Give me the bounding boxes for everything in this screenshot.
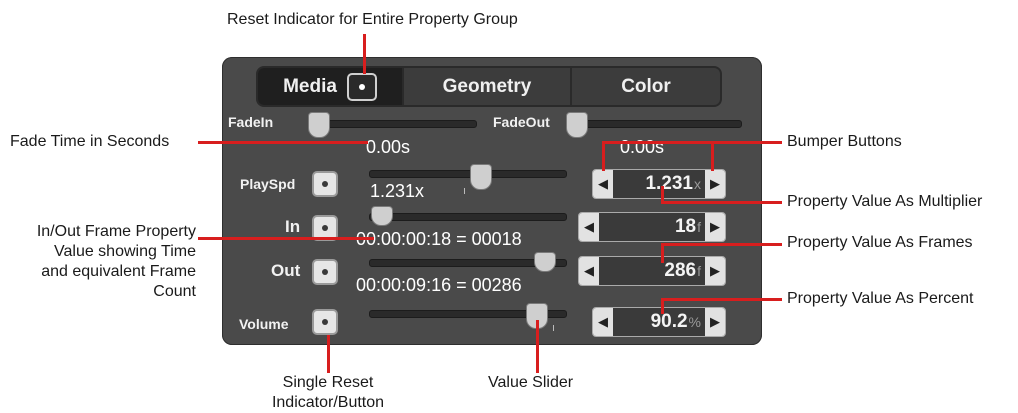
leader-bumper-left	[602, 141, 605, 171]
playspd-increment-button[interactable]: ▶	[705, 170, 725, 198]
fadein-value: 0.00s	[366, 137, 411, 157]
leader-value-slider	[536, 320, 539, 373]
playspd-label: PlaySpd	[240, 176, 296, 192]
in-unit: f	[697, 219, 701, 235]
leader-percent-h	[661, 298, 782, 301]
leader-fade-time	[198, 141, 368, 144]
in-value: 18	[674, 216, 697, 237]
callout-single-reset: Single Reset Indicator/Button	[238, 373, 418, 413]
volume-slider-tick	[553, 325, 554, 331]
volume-increment-button[interactable]: ▶	[705, 308, 725, 336]
in-label: In	[285, 217, 301, 236]
callout-frames: Property Value As Frames	[787, 234, 973, 251]
reset-dot-icon	[322, 269, 328, 275]
out-increment-button[interactable]: ▶	[705, 257, 725, 285]
leader-frames-v	[661, 243, 664, 263]
tab-color-label: Color	[621, 75, 671, 97]
leader-bumper-h	[602, 141, 782, 144]
callout-inout-line2: Value showing Time	[54, 243, 196, 260]
out-slider-knob[interactable]	[534, 252, 556, 272]
callout-inout-line1: In/Out Frame Property	[36, 223, 196, 240]
out-bumper: ◀ 286 f ▶	[578, 256, 726, 286]
playspd-value: 1.231	[645, 173, 693, 194]
playspd-slider-tick	[464, 188, 465, 194]
volume-reset-button[interactable]	[312, 309, 338, 335]
fadeout-label: FadeOut	[493, 114, 550, 130]
tab-geometry[interactable]: Geometry	[404, 68, 572, 105]
leader-frames-h	[661, 243, 782, 246]
in-slider-knob[interactable]	[371, 206, 393, 226]
volume-label: Volume	[239, 316, 289, 332]
volume-decrement-button[interactable]: ◀	[593, 308, 613, 336]
in-increment-button[interactable]: ▶	[705, 213, 725, 241]
out-value: 286	[664, 260, 697, 281]
fadein-slider-knob[interactable]	[308, 112, 330, 138]
playspd-slider-knob[interactable]	[470, 164, 492, 190]
out-reset-button[interactable]	[312, 259, 338, 285]
volume-value: 90.2	[650, 311, 688, 332]
out-value-field[interactable]: 286 f	[599, 257, 705, 285]
callout-fade-time: Fade Time in Seconds	[10, 133, 170, 150]
tab-media[interactable]: Media	[258, 68, 404, 105]
fadein-label: FadeIn	[228, 114, 274, 130]
in-value-field[interactable]: 18 f	[599, 213, 705, 241]
callout-inout-line3: and equivalent Frame	[41, 263, 196, 280]
callout-reset-group: Reset Indicator for Entire Property Grou…	[227, 11, 518, 28]
fadeout-slider-track[interactable]	[568, 120, 742, 128]
leader-multiplier-v	[661, 186, 664, 204]
leader-inout	[198, 237, 374, 240]
reset-dot-icon	[358, 83, 365, 90]
playspd-decrement-button[interactable]: ◀	[593, 170, 613, 198]
reset-dot-icon	[322, 225, 328, 231]
fadeout-slider-knob[interactable]	[566, 112, 588, 138]
volume-value-field[interactable]: 90.2%	[613, 308, 705, 336]
tab-geometry-label: Geometry	[442, 75, 532, 97]
in-slider-text: 00:00:00:18 = 00018	[356, 229, 522, 249]
in-decrement-button[interactable]: ◀	[579, 213, 599, 241]
property-tabs: Media Geometry Color	[256, 66, 722, 107]
out-unit: f	[697, 263, 701, 279]
playspd-slider-track[interactable]	[369, 170, 567, 178]
playspd-bumper: ◀ 1.231 x ▶	[592, 169, 726, 199]
playspd-value-field[interactable]: 1.231 x	[613, 170, 705, 198]
out-decrement-button[interactable]: ◀	[579, 257, 599, 285]
playspd-reset-button[interactable]	[312, 171, 338, 197]
leader-multiplier-h	[661, 201, 782, 204]
tab-media-label: Media	[283, 75, 337, 97]
playspd-unit: x	[694, 176, 701, 192]
callout-percent: Property Value As Percent	[787, 290, 974, 307]
callout-single-reset-line1: Single Reset	[282, 374, 374, 391]
callout-inout-line4: Count	[153, 283, 196, 300]
callout-single-reset-line2: Indicator/Button	[271, 394, 385, 411]
leader-single-reset	[327, 335, 330, 373]
callout-inout-frame: In/Out Frame Property Value showing Time…	[0, 222, 196, 302]
leader-reset-group	[363, 34, 366, 74]
fadein-slider-track[interactable]	[310, 120, 477, 128]
out-slider-text: 00:00:09:16 = 00286	[356, 275, 522, 295]
callout-value-slider: Value Slider	[488, 374, 574, 391]
callout-multiplier: Property Value As Multiplier	[787, 193, 983, 210]
group-reset-button[interactable]	[346, 72, 377, 101]
callout-bumper: Bumper Buttons	[787, 133, 902, 150]
tab-color[interactable]: Color	[572, 68, 720, 105]
reset-dot-icon	[322, 181, 328, 187]
volume-bumper: ◀ 90.2% ▶	[592, 307, 726, 337]
in-bumper: ◀ 18 f ▶	[578, 212, 726, 242]
reset-dot-icon	[322, 319, 328, 325]
leader-percent-v	[661, 298, 664, 314]
out-label: Out	[271, 261, 301, 280]
playspd-slider-text: 1.231x	[370, 181, 425, 201]
in-slider-track[interactable]	[369, 213, 567, 221]
leader-bumper-right	[711, 141, 714, 171]
volume-unit: %	[688, 314, 701, 330]
